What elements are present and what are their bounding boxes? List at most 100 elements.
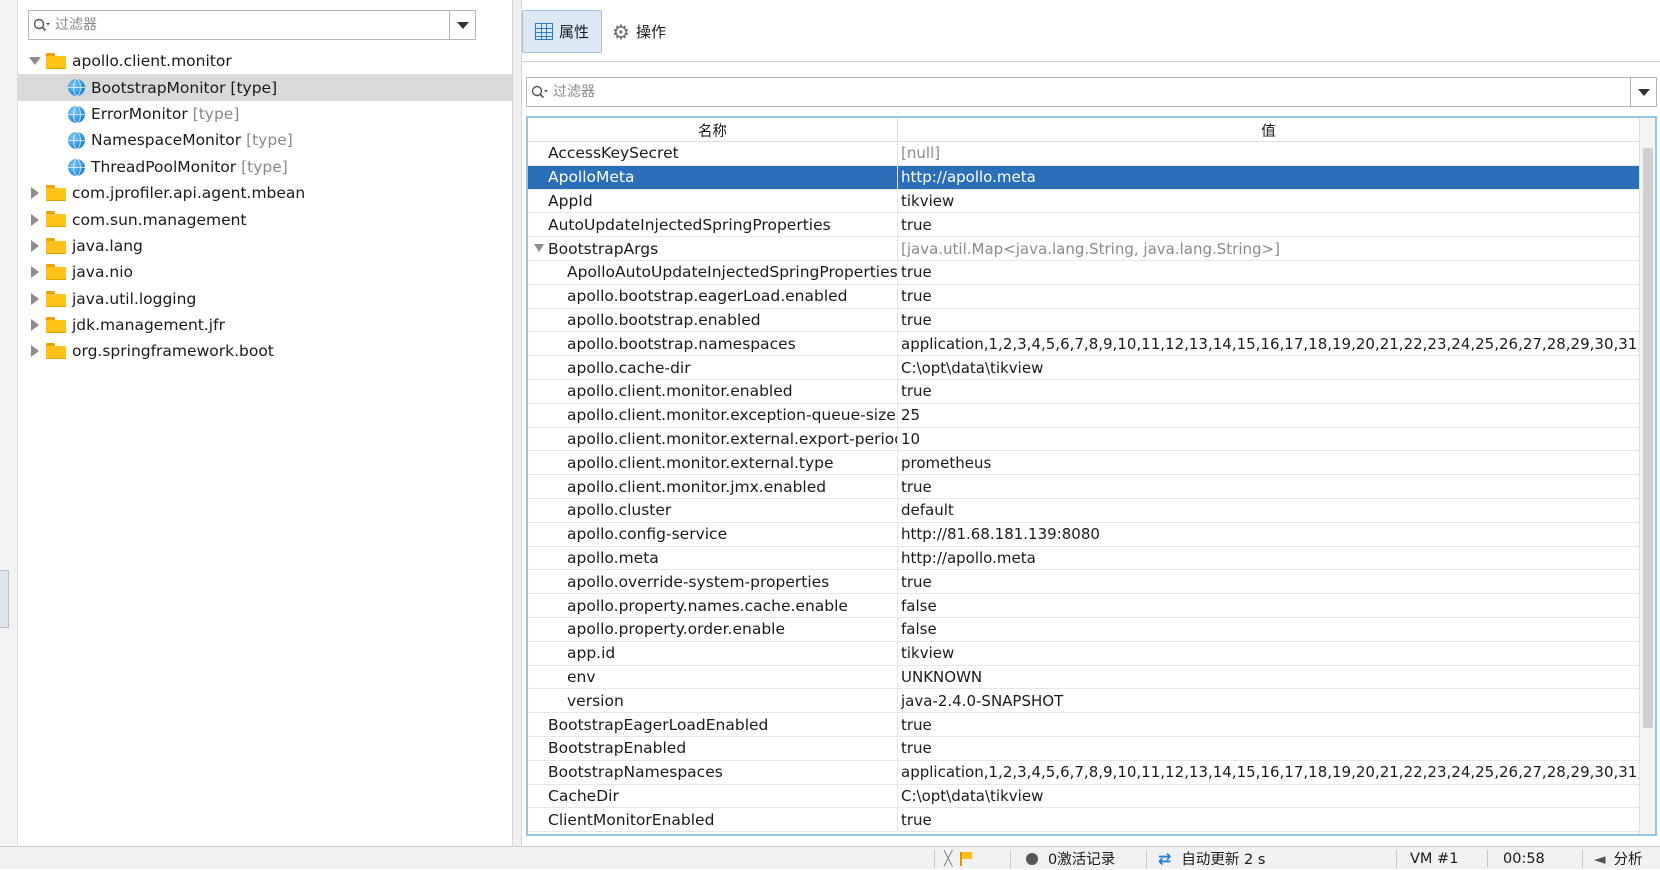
table-row[interactable]: apollo.client.monitor.jmx.enabled true bbox=[528, 475, 1639, 499]
value-cell[interactable]: C:\opt\data\tikview bbox=[898, 356, 1639, 379]
scrollbar-thumb[interactable] bbox=[1643, 148, 1653, 728]
table-row[interactable]: apollo.config-service http://81.68.181.13… bbox=[528, 522, 1639, 547]
table-row[interactable]: AppId tikview bbox=[528, 189, 1639, 214]
table-row[interactable]: BootstrapEagerLoadEnabled true bbox=[528, 713, 1639, 737]
table-row[interactable]: version java-2.4.0-SNAPSHOT bbox=[528, 689, 1639, 714]
value-cell[interactable]: [java.util.Map<java.lang.String, java.la… bbox=[898, 237, 1639, 260]
tree-node-mbean[interactable]: ThreadPoolMonitor [type] bbox=[18, 154, 512, 180]
table-row[interactable]: apollo.client.monitor.external.export-pe… bbox=[528, 427, 1639, 452]
expand-arrow-right-icon[interactable] bbox=[28, 344, 42, 358]
value-cell[interactable]: UNKNOWN bbox=[898, 666, 1639, 689]
tree-node-package[interactable]: com.sun.management bbox=[18, 206, 512, 232]
search-icon[interactable] bbox=[527, 78, 553, 106]
value-cell[interactable]: false bbox=[898, 594, 1639, 617]
value-cell[interactable]: tikview bbox=[898, 190, 1639, 213]
table-row[interactable]: apollo.property.names.cache.enable false bbox=[528, 594, 1639, 618]
tree-node-package[interactable]: java.util.logging bbox=[18, 286, 512, 312]
pin-icon[interactable]: ╳ bbox=[944, 851, 952, 867]
value-cell[interactable]: true bbox=[898, 737, 1639, 760]
tree-node-package[interactable]: java.nio bbox=[18, 259, 512, 285]
tree-node-package[interactable]: java.lang bbox=[18, 233, 512, 259]
vertical-scrollbar[interactable] bbox=[1639, 118, 1655, 834]
value-cell[interactable]: http://apollo.meta bbox=[898, 166, 1639, 189]
flag-icon[interactable] bbox=[960, 851, 973, 866]
tree-node-package[interactable]: apollo.client.monitor bbox=[18, 48, 512, 74]
table-row[interactable]: apollo.bootstrap.namespaces application,1… bbox=[528, 332, 1639, 357]
pane-splitter[interactable] bbox=[512, 0, 522, 846]
column-header-name[interactable]: 名称 bbox=[528, 118, 898, 142]
table-row[interactable]: apollo.bootstrap.eagerLoad.enabled true bbox=[528, 284, 1639, 309]
tree-node-mbean[interactable]: BootstrapMonitor [type] bbox=[18, 74, 512, 101]
side-panel-handle[interactable] bbox=[0, 570, 9, 628]
value-cell[interactable]: true bbox=[898, 380, 1639, 403]
value-cell[interactable]: 10 bbox=[898, 428, 1639, 451]
table-row[interactable]: AccessKeySecret [null] bbox=[528, 142, 1639, 166]
column-header-value[interactable]: 值 bbox=[898, 118, 1639, 142]
value-cell[interactable]: true bbox=[898, 808, 1639, 831]
table-row[interactable]: app.id tikview bbox=[528, 641, 1639, 666]
tree-node-package[interactable]: com.jprofiler.api.agent.mbean bbox=[18, 180, 512, 206]
table-row[interactable]: apollo.client.monitor.exception-queue-si… bbox=[528, 403, 1639, 428]
value-cell[interactable]: true bbox=[898, 570, 1639, 593]
table-row[interactable]: CacheDir C:\opt\data\tikview bbox=[528, 784, 1639, 809]
attribute-filter-dropdown-button[interactable] bbox=[1630, 78, 1656, 106]
pin-and-flag[interactable]: ╳ bbox=[944, 847, 973, 870]
tree-filter-input[interactable] bbox=[55, 12, 449, 38]
operations-tab[interactable]: ⚙ 操作 bbox=[600, 10, 678, 53]
value-cell[interactable]: [null] bbox=[898, 142, 1639, 165]
value-cell[interactable]: true bbox=[898, 713, 1639, 736]
table-row[interactable]: BootstrapEnabled true bbox=[528, 736, 1639, 761]
attributes-tab[interactable]: 属性 bbox=[522, 10, 603, 53]
expand-arrow-down-icon[interactable] bbox=[28, 54, 42, 68]
table-row[interactable]: BootstrapArgs [java.util.Map<java.lang.St… bbox=[528, 237, 1639, 261]
value-cell[interactable]: true bbox=[898, 475, 1639, 498]
value-cell[interactable]: http://81.68.181.139:8080 bbox=[898, 523, 1639, 546]
auto-update-status[interactable]: ⇄ 自动更新 2 s bbox=[1158, 847, 1265, 870]
tree-node-mbean[interactable]: NamespaceMonitor [type] bbox=[18, 127, 512, 153]
value-cell[interactable]: false bbox=[898, 618, 1639, 641]
table-row[interactable]: apollo.cache-dir C:\opt\data\tikview bbox=[528, 356, 1639, 380]
table-row[interactable]: ApolloMeta http://apollo.meta bbox=[528, 165, 1639, 190]
table-row[interactable]: ClientMonitorEnabled true bbox=[528, 808, 1639, 833]
attribute-filter-input[interactable] bbox=[553, 79, 1630, 105]
expand-arrow-right-icon[interactable] bbox=[28, 318, 42, 332]
tree-node-package[interactable]: org.springframework.boot bbox=[18, 338, 512, 364]
value-cell[interactable]: C:\opt\data\tikview bbox=[898, 785, 1639, 808]
analyze-status[interactable]: ◄ 分析 bbox=[1594, 847, 1643, 870]
value-cell[interactable]: true bbox=[898, 261, 1639, 284]
recordings-status[interactable]: 0激活记录 bbox=[1026, 847, 1115, 870]
expand-arrow-down-icon[interactable] bbox=[534, 244, 544, 253]
expand-arrow-right-icon[interactable] bbox=[28, 186, 42, 200]
expand-arrow-right-icon[interactable] bbox=[28, 239, 42, 253]
table-row[interactable]: apollo.client.monitor.external.type prome… bbox=[528, 451, 1639, 476]
value-cell[interactable]: java-2.4.0-SNAPSHOT bbox=[898, 689, 1639, 712]
table-row[interactable]: BootstrapNamespaces application,1,2,3,4,5… bbox=[528, 760, 1639, 785]
search-icon[interactable] bbox=[29, 11, 55, 39]
expand-arrow-right-icon[interactable] bbox=[28, 265, 42, 279]
table-row[interactable]: apollo.meta http://apollo.meta bbox=[528, 546, 1639, 571]
expand-arrow-right-icon[interactable] bbox=[28, 213, 42, 227]
expand-arrow-right-icon[interactable] bbox=[28, 292, 42, 306]
table-row[interactable]: env UNKNOWN bbox=[528, 665, 1639, 690]
table-row[interactable]: AutoUpdateInjectedSpringProperties true bbox=[528, 213, 1639, 238]
tree-node-package[interactable]: jdk.management.jfr bbox=[18, 312, 512, 338]
tree-node-mbean[interactable]: ErrorMonitor [type] bbox=[18, 101, 512, 127]
value-cell[interactable]: http://apollo.meta bbox=[898, 547, 1639, 570]
value-cell[interactable]: true bbox=[898, 309, 1639, 332]
table-row[interactable]: apollo.override-system-properties true bbox=[528, 570, 1639, 595]
value-cell[interactable]: prometheus bbox=[898, 451, 1639, 474]
table-row[interactable]: apollo.client.monitor.enabled true bbox=[528, 379, 1639, 404]
value-cell[interactable]: application,1,2,3,4,5,6,7,8,9,10,11,12,1… bbox=[898, 761, 1639, 784]
attribute-value: C:\opt\data\tikview bbox=[901, 786, 1044, 805]
value-cell[interactable]: application,1,2,3,4,5,6,7,8,9,10,11,12,1… bbox=[898, 332, 1639, 355]
value-cell[interactable]: true bbox=[898, 213, 1639, 236]
tree-filter-dropdown-button[interactable] bbox=[449, 11, 475, 39]
table-row[interactable]: apollo.bootstrap.enabled true bbox=[528, 308, 1639, 333]
value-cell[interactable]: 25 bbox=[898, 404, 1639, 427]
table-row[interactable]: apollo.property.order.enable false bbox=[528, 617, 1639, 642]
table-row[interactable]: ApolloAutoUpdateInjectedSpringProperties… bbox=[528, 260, 1639, 285]
value-cell[interactable]: true bbox=[898, 285, 1639, 308]
value-cell[interactable]: tikview bbox=[898, 642, 1639, 665]
value-cell[interactable]: default bbox=[898, 499, 1639, 522]
table-row[interactable]: apollo.cluster default bbox=[528, 498, 1639, 523]
